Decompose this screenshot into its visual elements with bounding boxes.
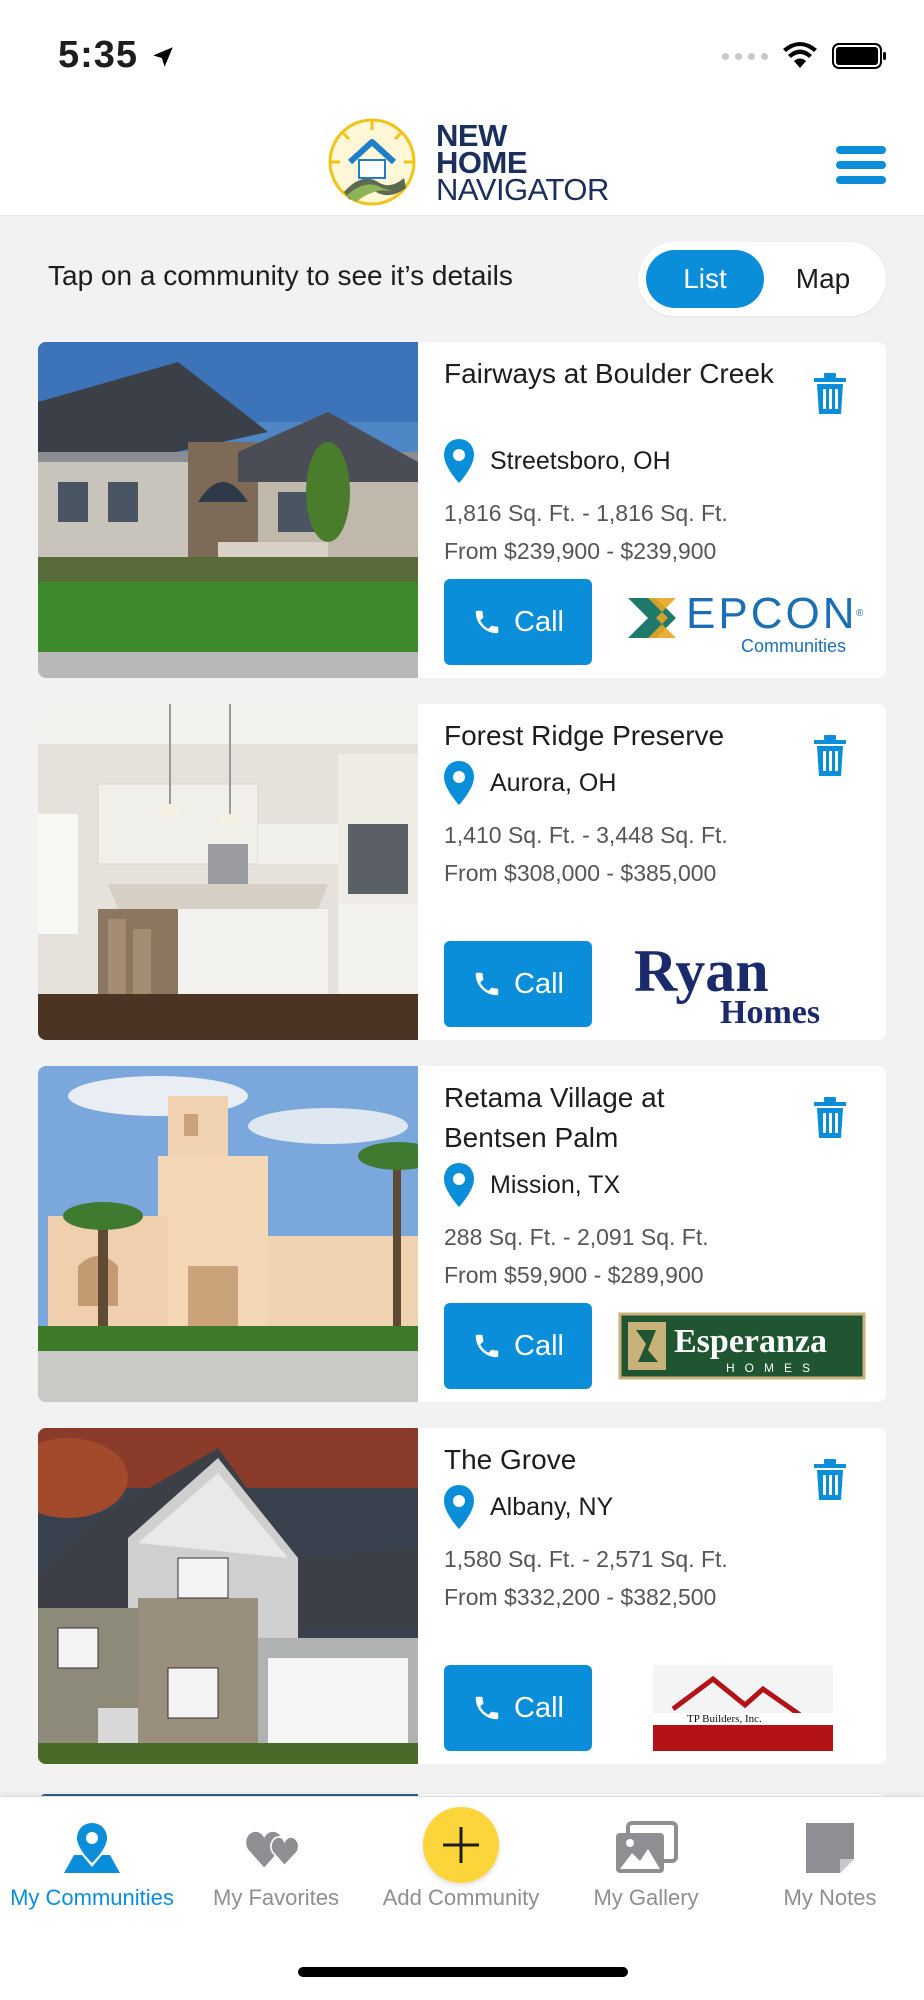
- community-card[interactable]: Retama Village at Bentsen Palm Mission, …: [38, 1066, 886, 1402]
- photos-icon: [614, 1819, 678, 1877]
- community-sqft: 1,816 Sq. Ft. - 1,816 Sq. Ft.: [444, 500, 728, 526]
- community-sqft: 1,410 Sq. Ft. - 3,448 Sq. Ft.: [444, 822, 728, 848]
- call-button[interactable]: Call: [444, 941, 592, 1027]
- builder-logo: TP Builders, Inc.: [618, 1663, 868, 1753]
- map-pin-person-icon: [60, 1819, 124, 1877]
- menu-button[interactable]: [836, 146, 886, 184]
- view-toggle: List Map: [638, 242, 886, 316]
- community-photo: [38, 1066, 418, 1402]
- location-row: Aurora, OH: [442, 760, 616, 806]
- call-button[interactable]: Call: [444, 1303, 592, 1389]
- phone-icon: [475, 972, 499, 996]
- community-location: Aurora, OH: [490, 768, 617, 797]
- battery-icon: [832, 43, 886, 69]
- delete-trash-icon[interactable]: [812, 1096, 848, 1140]
- builder-sub: HOMES: [726, 1361, 820, 1375]
- tab-label: My Notes: [783, 1885, 877, 1910]
- community-location: Streetsboro, OH: [490, 446, 671, 475]
- builder-sub: Communities: [741, 636, 846, 656]
- phone-icon: [475, 610, 499, 634]
- delete-trash-icon[interactable]: [812, 734, 848, 778]
- builder-logo: Ryan Homes: [618, 939, 868, 1029]
- instruction-row: Tap on a community to see it’s details L…: [0, 230, 924, 326]
- builder-name: TP Builders, Inc.: [687, 1713, 762, 1725]
- location-row: Streetsboro, OH: [442, 438, 671, 484]
- location-pin-icon: [444, 761, 474, 805]
- tab-add-community[interactable]: Add Community: [369, 1797, 553, 1927]
- builder-name: Esperanza: [674, 1323, 827, 1360]
- map-view-button[interactable]: Map: [768, 250, 878, 308]
- hamburger-menu-icon: [836, 146, 886, 154]
- community-price: From $308,000 - $385,000: [444, 860, 717, 886]
- tab-label: My Communities: [10, 1885, 174, 1910]
- status-indicators: [722, 42, 888, 70]
- note-icon: [798, 1819, 862, 1877]
- call-button[interactable]: Call: [444, 579, 592, 665]
- community-photo: [38, 704, 418, 1040]
- instruction-text: Tap on a community to see it’s details: [48, 260, 513, 291]
- phone-icon: [475, 1696, 499, 1720]
- new-home-navigator-logo-icon: [328, 118, 416, 206]
- location-pin-icon: [444, 1163, 474, 1207]
- tab-label: My Gallery: [593, 1885, 699, 1910]
- community-price: From $239,900 - $239,900: [444, 538, 717, 564]
- community-photo: [38, 1428, 418, 1764]
- community-sqft: 288 Sq. Ft. - 2,091 Sq. Ft.: [444, 1224, 709, 1250]
- location-row: Albany, NY: [442, 1484, 613, 1530]
- location-pin-icon: [444, 439, 474, 483]
- plus-icon: [423, 1807, 499, 1883]
- community-location: Mission, TX: [490, 1170, 621, 1199]
- builder-logo: Esperanza HOMES: [618, 1301, 868, 1391]
- community-price: From $59,900 - $289,900: [444, 1262, 704, 1288]
- status-bar: 5:35: [0, 0, 924, 110]
- community-price: From $332,200 - $382,500: [444, 1584, 717, 1610]
- list-view-button[interactable]: List: [646, 250, 764, 308]
- tab-label: Add Community: [382, 1885, 540, 1910]
- delete-trash-icon[interactable]: [812, 1458, 848, 1502]
- tab-my-favorites[interactable]: My Favorites: [184, 1797, 368, 1927]
- phone-icon: [475, 1334, 499, 1358]
- community-photo: [38, 342, 418, 678]
- status-time: 5:35: [58, 34, 139, 76]
- builder-logo: EPCON ® Communities: [618, 577, 868, 667]
- builder-name: EPCON: [686, 589, 857, 638]
- tab-my-communities[interactable]: My Communities: [0, 1797, 184, 1927]
- community-name: The Grove: [444, 1444, 577, 1475]
- location-row: Mission, TX: [442, 1162, 620, 1208]
- community-location: Albany, NY: [490, 1492, 614, 1521]
- community-name: Retama Village at Bentsen Palm: [444, 1082, 665, 1153]
- cell-signal-icon: [722, 52, 768, 60]
- location-pin-icon: [444, 1485, 474, 1529]
- community-card[interactable]: The Grove Albany, NY 1,580 Sq. Ft. - 2,5…: [38, 1428, 886, 1764]
- home-indicator: [298, 1967, 628, 1977]
- hearts-icon: [244, 1819, 308, 1877]
- tab-label: My Favorites: [213, 1885, 339, 1910]
- tab-my-gallery[interactable]: My Gallery: [554, 1797, 738, 1927]
- community-sqft: 1,580 Sq. Ft. - 2,571 Sq. Ft.: [444, 1546, 728, 1572]
- wifi-icon: [783, 42, 817, 68]
- call-button[interactable]: Call: [444, 1665, 592, 1751]
- community-card[interactable]: Forest Ridge Preserve Aurora, OH 1,410 S…: [38, 704, 886, 1040]
- community-card[interactable]: Fairways at Boulder Creek Streetsboro, O…: [38, 342, 886, 678]
- community-name: Forest Ridge Preserve: [444, 720, 725, 751]
- svg-text:®: ®: [856, 608, 864, 619]
- builder-sub: Homes: [720, 994, 820, 1029]
- app-logo-wordmark: NEW HOME NAVIGATOR: [436, 118, 609, 207]
- tab-my-notes[interactable]: My Notes: [738, 1797, 922, 1927]
- bottom-tab-bar: My Communities My Favorites Add Communit…: [0, 1796, 924, 2000]
- community-name: Fairways at Boulder Creek: [444, 358, 774, 389]
- delete-trash-icon[interactable]: [812, 372, 848, 416]
- location-arrow-icon: [153, 47, 173, 67]
- app-header: NEW HOME NAVIGATOR: [0, 110, 924, 216]
